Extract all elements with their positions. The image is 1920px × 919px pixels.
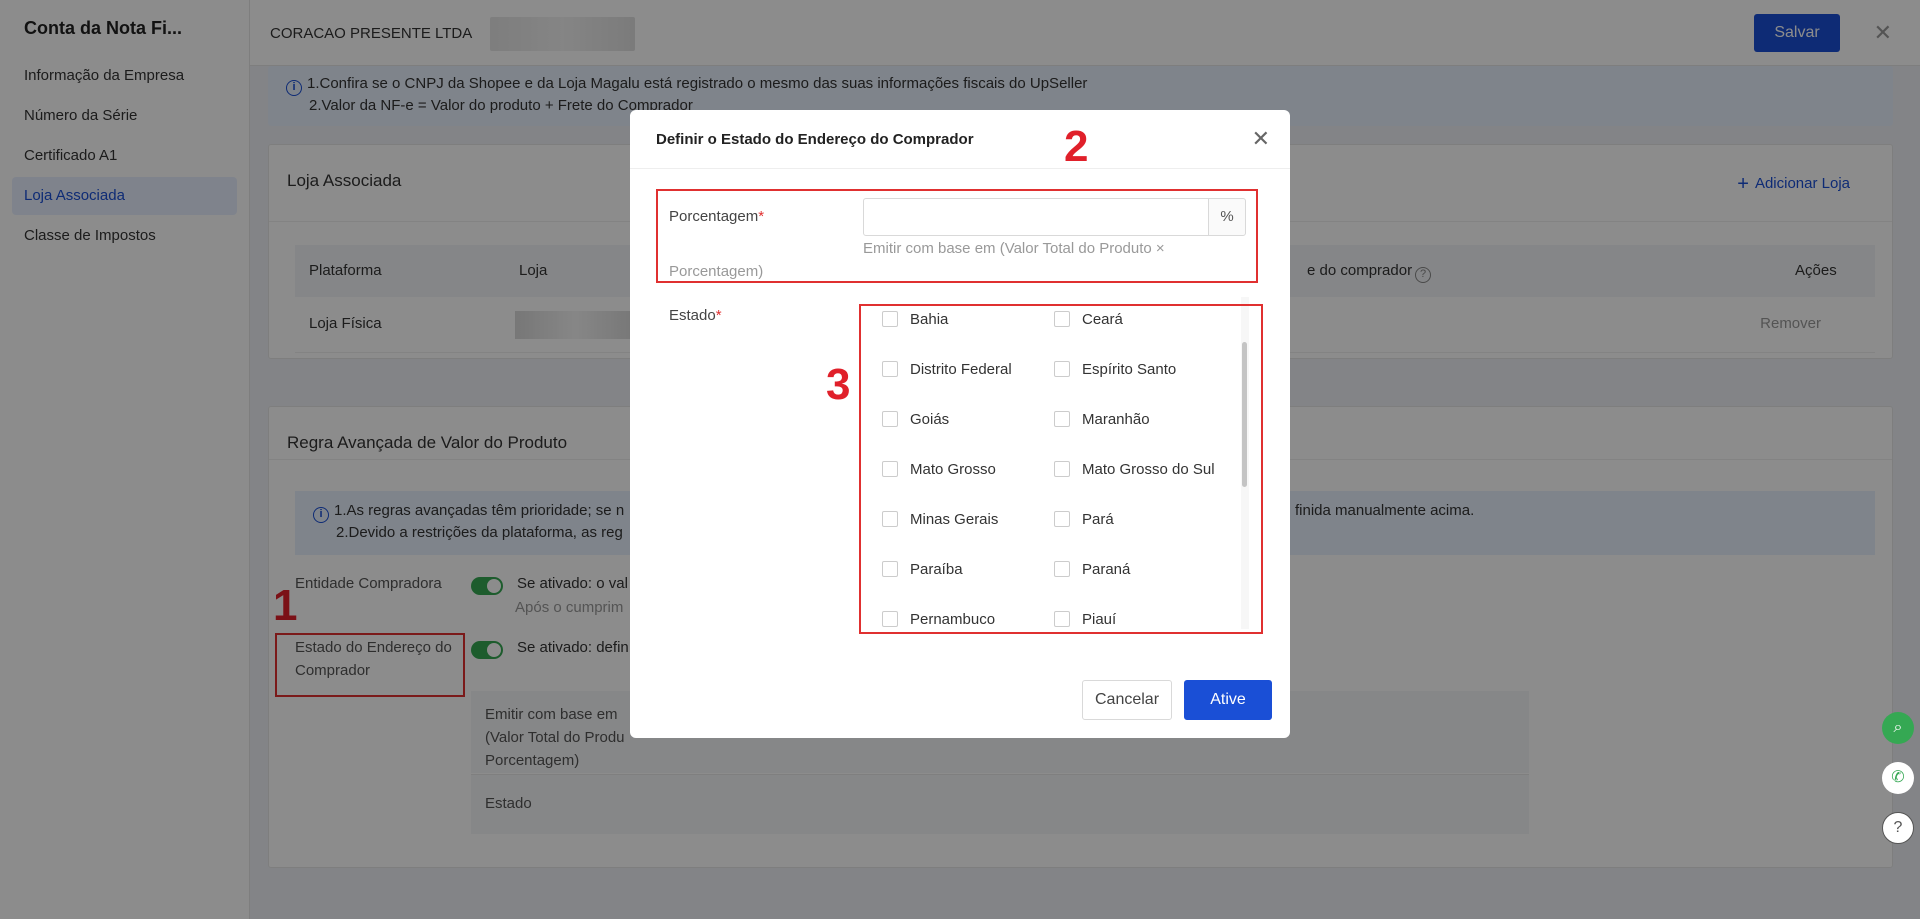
help-icon: ? [1893,819,1903,836]
percentage-label-text: Porcentagem [669,208,759,225]
search-fab[interactable]: ⌕ [1882,712,1914,744]
percentage-input[interactable] [863,198,1209,236]
divider [630,168,1290,169]
search-icon: ⌕ [1893,719,1903,736]
modal-title: Definir o Estado do Endereço do Comprado… [656,131,974,148]
activate-button[interactable]: Ative [1184,680,1272,720]
percentage-suffix: % [1208,198,1246,236]
state-modal: Definir o Estado do Endereço do Comprado… [630,110,1290,738]
state-label-text: Estado [669,307,716,324]
percentage-help-1: Emitir com base em (Valor Total do Produ… [863,240,1165,257]
required-mark: * [758,208,765,225]
annotation-2: 2 [1064,122,1089,171]
required-mark: * [715,307,722,324]
cancel-button[interactable]: Cancelar [1082,680,1172,720]
percentage-help-2: Porcentagem) [669,263,764,280]
help-fab[interactable]: ? [1882,812,1914,844]
percentage-label: Porcentagem* [669,208,764,225]
chat-icon: ✆ [1891,769,1905,786]
state-label: Estado* [669,307,722,324]
close-icon[interactable]: ✕ [1252,126,1270,152]
annotation-3: 3 [826,360,851,409]
annotation-box-3 [859,304,1263,634]
whatsapp-fab[interactable]: ✆ [1882,762,1914,794]
